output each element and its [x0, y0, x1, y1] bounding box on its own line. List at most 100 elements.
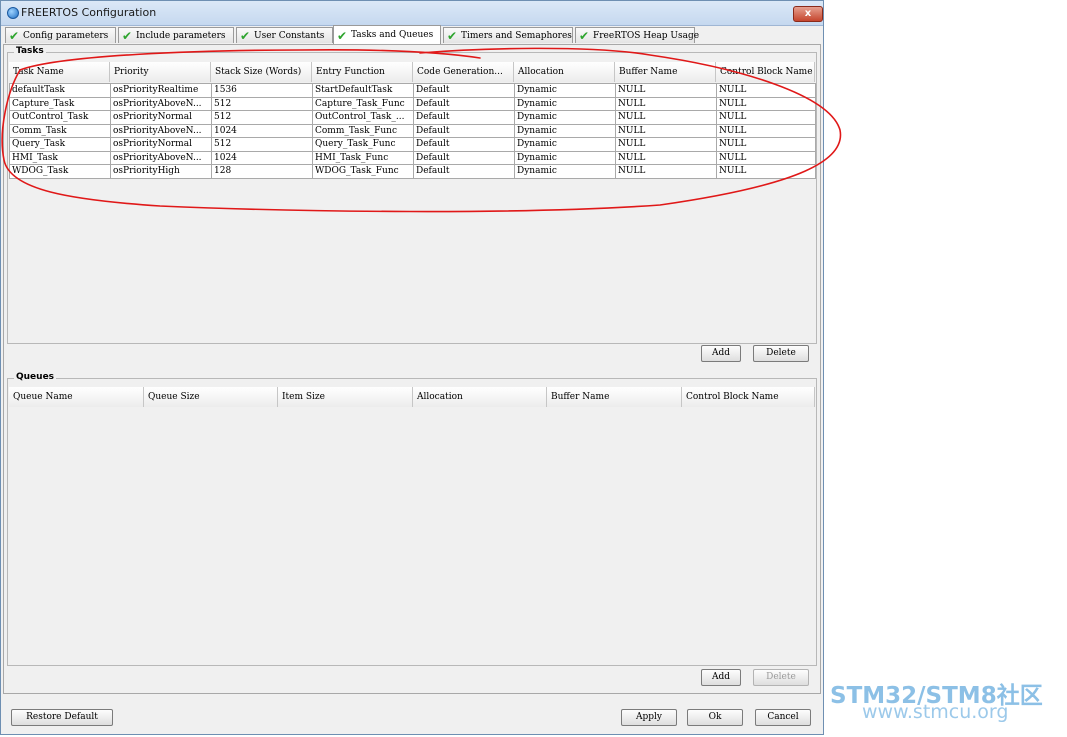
cell-stack-size[interactable]: 1024: [212, 124, 313, 138]
cell-control-block-name[interactable]: NULL: [717, 151, 816, 165]
cell-control-block-name[interactable]: NULL: [717, 165, 816, 179]
cell-stack-size[interactable]: 1536: [212, 84, 313, 98]
cell-entry-function[interactable]: Comm_Task_Func: [313, 124, 414, 138]
apply-button[interactable]: Apply: [621, 709, 677, 726]
cell-entry-function[interactable]: Capture_Task_Func: [313, 97, 414, 111]
column-header-queue-buffer-name[interactable]: Buffer Name: [547, 387, 682, 407]
restore-default-button[interactable]: Restore Default: [11, 709, 113, 726]
cell-code-generation[interactable]: Default: [414, 124, 515, 138]
freertos-config-window: FREERTOS Configuration x ✔ Config parame…: [0, 0, 824, 735]
cell-priority[interactable]: osPriorityNormal: [111, 138, 212, 152]
cell-priority[interactable]: osPriorityAboveN...: [111, 97, 212, 111]
table-row[interactable]: defaultTask osPriorityRealtime 1536 StartDe…: [10, 84, 816, 98]
delete-queue-button[interactable]: Delete: [753, 669, 809, 686]
cell-buffer-name[interactable]: NULL: [616, 151, 717, 165]
close-button[interactable]: x: [793, 6, 823, 22]
column-header-queue-control-block-name[interactable]: Control Block Name: [682, 387, 815, 407]
cell-entry-function[interactable]: OutControl_Task_...: [313, 111, 414, 125]
cell-allocation[interactable]: Dynamic: [515, 124, 616, 138]
cell-priority[interactable]: osPriorityRealtime: [111, 84, 212, 98]
cell-stack-size[interactable]: 1024: [212, 151, 313, 165]
cell-task-name[interactable]: HMI_Task: [10, 151, 111, 165]
cell-allocation[interactable]: Dynamic: [515, 138, 616, 152]
cell-code-generation[interactable]: Default: [414, 138, 515, 152]
cell-buffer-name[interactable]: NULL: [616, 84, 717, 98]
column-header-priority[interactable]: Priority: [110, 62, 211, 82]
cell-entry-function[interactable]: Query_Task_Func: [313, 138, 414, 152]
column-header-code-generation[interactable]: Code Generation...: [413, 62, 514, 82]
cell-entry-function[interactable]: StartDefaultTask: [313, 84, 414, 98]
cell-task-name[interactable]: Comm_Task: [10, 124, 111, 138]
check-icon: ✔: [447, 29, 458, 43]
cell-task-name[interactable]: WDOG_Task: [10, 165, 111, 179]
cell-control-block-name[interactable]: NULL: [717, 97, 816, 111]
cell-code-generation[interactable]: Default: [414, 151, 515, 165]
column-header-entry-function[interactable]: Entry Function: [312, 62, 413, 82]
cell-priority[interactable]: osPriorityAboveN...: [111, 151, 212, 165]
cell-task-name[interactable]: Capture_Task: [10, 97, 111, 111]
cell-code-generation[interactable]: Default: [414, 111, 515, 125]
column-header-task-name[interactable]: Task Name: [9, 62, 110, 82]
table-row[interactable]: Query_Task osPriorityNormal 512 Query_Task_…: [10, 138, 816, 152]
cell-priority[interactable]: osPriorityNormal: [111, 111, 212, 125]
cell-entry-function[interactable]: HMI_Task_Func: [313, 151, 414, 165]
cell-code-generation[interactable]: Default: [414, 84, 515, 98]
table-row[interactable]: HMI_Task osPriorityAboveN... 1024 HMI_Task_…: [10, 151, 816, 165]
cell-allocation[interactable]: Dynamic: [515, 165, 616, 179]
cell-control-block-name[interactable]: NULL: [717, 111, 816, 125]
column-header-stack-size[interactable]: Stack Size (Words): [211, 62, 312, 82]
column-header-buffer-name[interactable]: Buffer Name: [615, 62, 716, 82]
cell-allocation[interactable]: Dynamic: [515, 84, 616, 98]
cell-control-block-name[interactable]: NULL: [717, 138, 816, 152]
cell-buffer-name[interactable]: NULL: [616, 165, 717, 179]
tab-include-parameters[interactable]: ✔ Include parameters: [118, 27, 234, 43]
column-header-allocation[interactable]: Allocation: [514, 62, 615, 82]
tasks-group-title: Tasks: [14, 46, 46, 56]
cell-control-block-name[interactable]: NULL: [717, 124, 816, 138]
tab-freertos-heap-usage[interactable]: ✔ FreeRTOS Heap Usage: [575, 27, 699, 43]
tab-tasks-and-queues[interactable]: ✔ Tasks and Queues: [333, 25, 441, 44]
add-task-button[interactable]: Add: [701, 345, 741, 362]
table-row[interactable]: Capture_Task osPriorityAboveN... 512 Captur…: [10, 97, 816, 111]
cell-stack-size[interactable]: 512: [212, 138, 313, 152]
cell-control-block-name[interactable]: NULL: [717, 84, 816, 98]
cell-priority[interactable]: osPriorityAboveN...: [111, 124, 212, 138]
tab-user-constants[interactable]: ✔ User Constants: [236, 27, 333, 43]
table-row[interactable]: Comm_Task osPriorityAboveN... 1024 Comm_Tas…: [10, 124, 816, 138]
tab-label: Tasks and Queues: [351, 30, 434, 40]
cell-code-generation[interactable]: Default: [414, 165, 515, 179]
column-header-control-block-name[interactable]: Control Block Name: [716, 62, 815, 82]
tab-label: FreeRTOS Heap Usage: [593, 31, 700, 41]
cell-allocation[interactable]: Dynamic: [515, 111, 616, 125]
cell-buffer-name[interactable]: NULL: [616, 111, 717, 125]
cell-allocation[interactable]: Dynamic: [515, 97, 616, 111]
cell-buffer-name[interactable]: NULL: [616, 138, 717, 152]
delete-task-button[interactable]: Delete: [753, 345, 809, 362]
column-header-queue-allocation[interactable]: Allocation: [413, 387, 547, 407]
cell-task-name[interactable]: Query_Task: [10, 138, 111, 152]
cell-entry-function[interactable]: WDOG_Task_Func: [313, 165, 414, 179]
cell-stack-size[interactable]: 512: [212, 97, 313, 111]
cell-buffer-name[interactable]: NULL: [616, 97, 717, 111]
tab-config-parameters[interactable]: ✔ Config parameters: [5, 27, 116, 43]
table-row[interactable]: OutControl_Task osPriorityNormal 512 OutCon…: [10, 111, 816, 125]
cell-stack-size[interactable]: 128: [212, 165, 313, 179]
column-header-item-size[interactable]: Item Size: [278, 387, 413, 407]
column-header-queue-size[interactable]: Queue Size: [144, 387, 278, 407]
cell-priority[interactable]: osPriorityHigh: [111, 165, 212, 179]
table-row[interactable]: WDOG_Task osPriorityHigh 128 WDOG_Task_Func…: [10, 165, 816, 179]
add-queue-button[interactable]: Add: [701, 669, 741, 686]
cancel-button[interactable]: Cancel: [755, 709, 811, 726]
cell-task-name[interactable]: OutControl_Task: [10, 111, 111, 125]
ok-button[interactable]: Ok: [687, 709, 743, 726]
cell-stack-size[interactable]: 512: [212, 111, 313, 125]
tab-timers-and-semaphores[interactable]: ✔ Timers and Semaphores: [443, 27, 573, 43]
cell-buffer-name[interactable]: NULL: [616, 124, 717, 138]
cell-task-name[interactable]: defaultTask: [10, 84, 111, 98]
tab-label: Include parameters: [136, 31, 226, 41]
check-icon: ✔: [579, 29, 590, 43]
column-header-queue-name[interactable]: Queue Name: [9, 387, 144, 407]
tab-label: Timers and Semaphores: [461, 31, 572, 41]
cell-code-generation[interactable]: Default: [414, 97, 515, 111]
cell-allocation[interactable]: Dynamic: [515, 151, 616, 165]
